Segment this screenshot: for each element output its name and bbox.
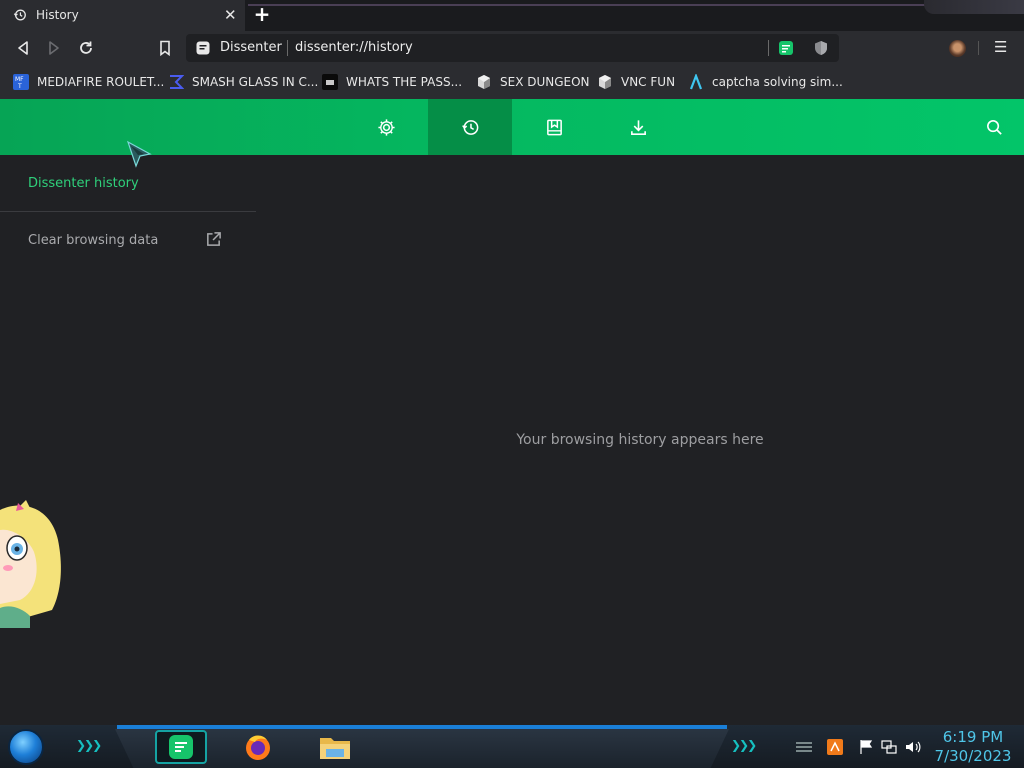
taskbar-dissenter-app[interactable] — [155, 730, 207, 764]
tray-app-icon[interactable] — [826, 738, 844, 756]
history-icon — [461, 119, 478, 135]
history-icon — [13, 9, 26, 21]
sidebar: Dissenter history Clear browsing data — [0, 155, 256, 725]
sidebar-title: Dissenter history — [28, 176, 139, 191]
svg-text:MF: MF — [15, 76, 24, 83]
forward-button[interactable] — [45, 39, 63, 57]
profile-avatar[interactable] — [949, 40, 966, 57]
search-icon — [986, 119, 1002, 135]
chevrons-icon: ❯❯❯ — [76, 738, 102, 752]
address-bar[interactable]: Dissenter dissenter://history — [186, 34, 839, 62]
flag-icon[interactable] — [857, 738, 875, 756]
taskbar-file-explorer-app[interactable] — [318, 730, 352, 764]
back-button[interactable] — [14, 39, 32, 57]
toolbar-divider — [978, 41, 979, 55]
taskbar-firefox-app[interactable] — [241, 730, 275, 764]
clock-time[interactable]: 6:19 PM — [930, 728, 1016, 746]
history-button[interactable] — [428, 99, 512, 155]
cube-icon — [478, 75, 490, 89]
start-button[interactable] — [8, 729, 44, 765]
new-tab-button[interactable]: + — [252, 4, 272, 25]
chevrons-icon: ❯❯❯ — [731, 738, 757, 752]
bookmark-item[interactable]: MF T MEDIAFIRE ROULET... — [13, 71, 164, 93]
window-frame-decoration — [924, 0, 1024, 14]
page-header — [0, 99, 1024, 155]
volume-icon[interactable] — [904, 738, 922, 756]
svg-text:T: T — [17, 83, 22, 90]
firefox-icon — [246, 735, 270, 760]
address-divider — [287, 40, 288, 56]
dissenter-app-icon — [169, 735, 193, 759]
tab-title: History — [36, 8, 79, 22]
bookmark-item[interactable]: SEX DUNGEON — [476, 71, 590, 93]
search-button[interactable] — [952, 99, 1024, 155]
taskbar-glow — [117, 725, 727, 729]
shield-icon[interactable] — [813, 40, 829, 56]
bookmark-item[interactable]: SMASH GLASS IN C... — [168, 71, 318, 93]
taskbar-center-band — [115, 729, 729, 768]
empty-history-message: Your browsing history appears here — [516, 432, 764, 448]
address-divider-right — [768, 40, 769, 56]
cartoon-character-sticker — [0, 500, 61, 628]
bookmark-page-button[interactable] — [156, 39, 174, 57]
lambda-icon — [689, 74, 703, 90]
settings-button[interactable] — [344, 99, 428, 155]
bookmark-item[interactable]: WHATS THE PASS... — [322, 71, 462, 93]
menu-button[interactable]: ☰ — [994, 38, 1007, 56]
bookmark-item[interactable]: captcha solving sim... — [688, 71, 843, 93]
site-chip-label: Dissenter — [220, 40, 282, 55]
sidebar-divider — [0, 211, 256, 212]
sigma-icon — [170, 75, 184, 89]
bookmarks-bar: MF T MEDIAFIRE ROULET... SMASH GLASS IN … — [0, 65, 1024, 99]
bookmarks-button[interactable] — [512, 99, 596, 155]
bookmark-item[interactable]: VNC FUN — [597, 71, 675, 93]
bookmarks-icon — [546, 119, 562, 135]
clock-date[interactable]: 7/30/2023 — [930, 747, 1016, 765]
clear-browsing-data-link[interactable]: Clear browsing data — [28, 233, 158, 248]
tab-strip: History ✕ + — [0, 0, 1024, 31]
tab-history[interactable]: History ✕ — [0, 0, 245, 31]
tab-strip-accent-line — [248, 4, 948, 6]
toolbar: Dissenter dissenter://history ☰ — [0, 31, 1024, 65]
mediafire-icon: MF T — [13, 74, 29, 90]
dissenter-site-icon — [196, 41, 210, 55]
external-link-icon[interactable] — [205, 231, 222, 248]
folder-icon — [320, 738, 350, 759]
reload-button[interactable] — [77, 39, 95, 57]
downloads-icon — [630, 119, 646, 135]
network-icon[interactable] — [880, 738, 898, 756]
taskbar: ❯❯❯ ❯❯❯ 6:19 PM 7/30/2023 — [0, 725, 1024, 768]
downloads-button[interactable] — [596, 99, 680, 155]
settings-icon — [377, 118, 395, 136]
tab-close-button[interactable]: ✕ — [224, 6, 237, 24]
cube-icon — [599, 75, 611, 89]
dissenter-comment-icon[interactable] — [778, 40, 794, 56]
dark-site-icon — [322, 74, 338, 90]
tray-menu-icon[interactable] — [795, 738, 813, 756]
url-text[interactable]: dissenter://history — [295, 40, 413, 55]
mouse-cursor-icon — [126, 140, 152, 168]
